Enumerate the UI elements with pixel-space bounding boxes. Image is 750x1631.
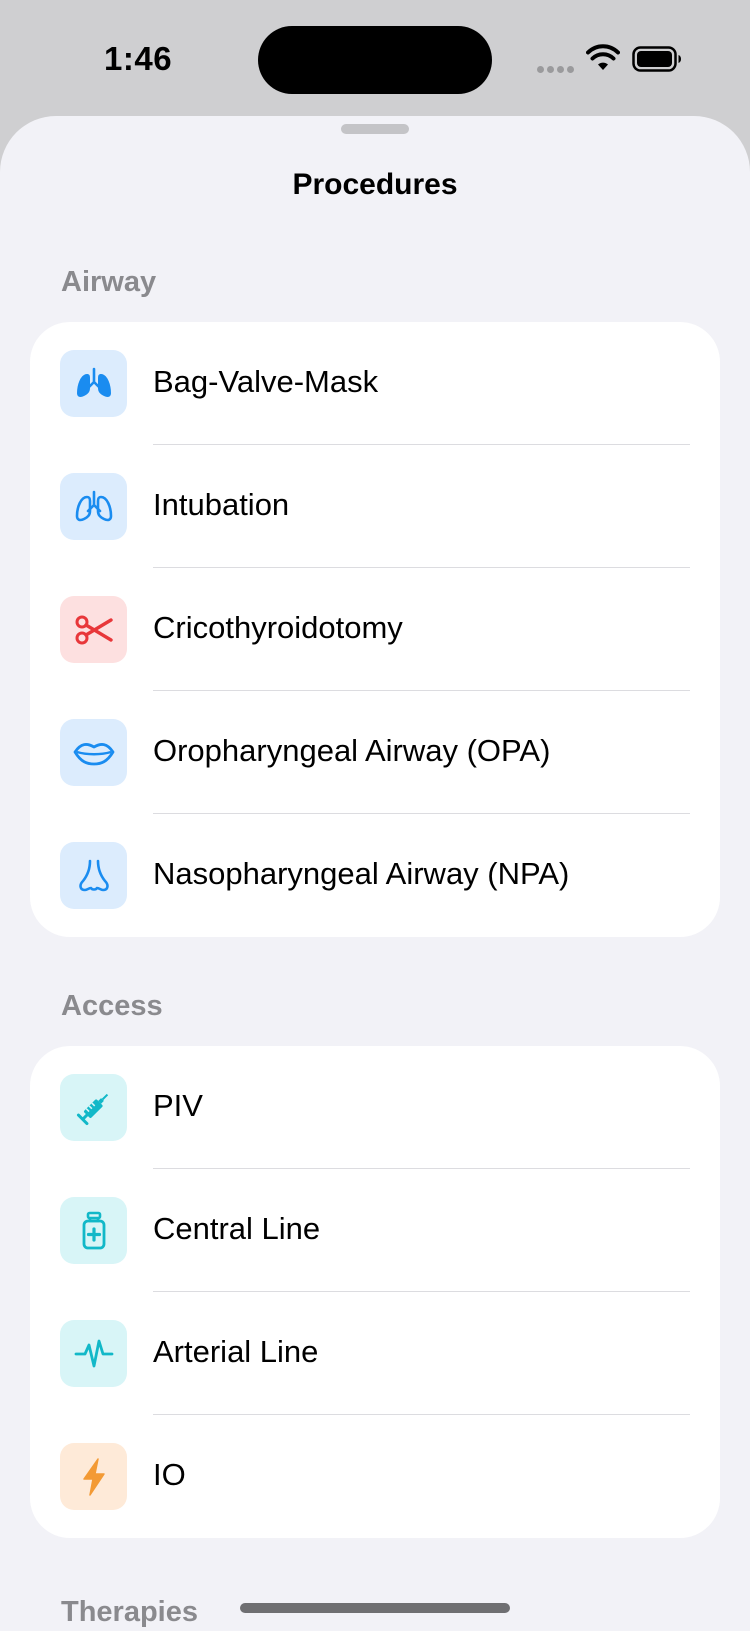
list-item-label: Central Line <box>153 1211 321 1246</box>
bolt-icon <box>60 1443 127 1510</box>
procedures-sheet: Procedures Airway Bag-Valve-Mask Intubat… <box>0 116 750 1631</box>
access-group: PIV Central Line Arterial Line IO <box>30 1046 720 1538</box>
dynamic-island <box>258 26 492 94</box>
scissors-icon <box>60 596 127 663</box>
list-item-io[interactable]: IO <box>30 1415 720 1538</box>
list-item-label: IO <box>153 1457 186 1492</box>
medication-vial-icon <box>60 1197 127 1264</box>
nose-icon <box>60 842 127 909</box>
list-item-intubation[interactable]: Intubation <box>30 445 720 568</box>
section-header-therapies: Therapies <box>61 1596 198 1628</box>
list-item-label: PIV <box>153 1088 203 1123</box>
waveform-icon <box>60 1320 127 1387</box>
list-item-label: Oropharyngeal Airway (OPA) <box>153 733 551 768</box>
section-header-airway: Airway <box>61 266 157 298</box>
list-item-label: Nasopharyngeal Airway (NPA) <box>153 856 570 891</box>
list-item-central-line[interactable]: Central Line <box>30 1169 720 1292</box>
list-item-piv[interactable]: PIV <box>30 1046 720 1169</box>
list-item-label: Arterial Line <box>153 1334 319 1369</box>
mouth-icon <box>60 719 127 786</box>
airway-group: Bag-Valve-Mask Intubation Cricothyroidot… <box>30 322 720 937</box>
wifi-icon <box>586 44 620 70</box>
screen: 1:46 Procedures Airway Bag-Valve-Mask In… <box>0 0 750 1631</box>
sheet-grabber[interactable] <box>341 124 409 134</box>
section-header-access: Access <box>61 990 163 1022</box>
cellular-signal-icon <box>537 66 575 74</box>
lungs-icon <box>60 473 127 540</box>
list-item-cricothyroidotomy[interactable]: Cricothyroidotomy <box>30 568 720 691</box>
list-item-arterial-line[interactable]: Arterial Line <box>30 1292 720 1415</box>
battery-icon <box>632 46 681 72</box>
lungs-filled-icon <box>60 350 127 417</box>
home-indicator[interactable] <box>240 1603 510 1613</box>
list-item-label: Bag-Valve-Mask <box>153 364 379 399</box>
status-time: 1:46 <box>104 40 173 77</box>
list-item-bag-valve-mask[interactable]: Bag-Valve-Mask <box>30 322 720 445</box>
list-item-opa[interactable]: Oropharyngeal Airway (OPA) <box>30 691 720 814</box>
syringe-icon <box>60 1074 127 1141</box>
status-bar: 1:46 <box>0 0 750 115</box>
list-item-label: Intubation <box>153 487 290 522</box>
list-item-npa[interactable]: Nasopharyngeal Airway (NPA) <box>30 814 720 937</box>
list-item-label: Cricothyroidotomy <box>153 610 403 645</box>
sheet-title: Procedures <box>292 168 458 201</box>
